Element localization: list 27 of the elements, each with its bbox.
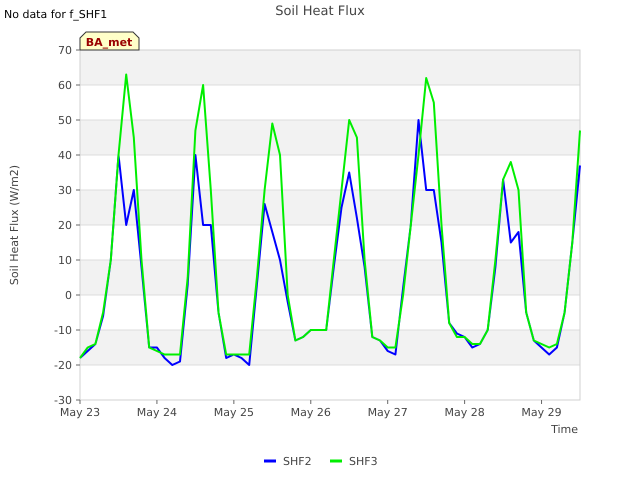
tick-label: -10 [54,324,72,337]
tick-label: 60 [58,79,72,92]
tick-label: May 27 [368,406,408,419]
tick-label: May 25 [214,406,254,419]
tick-label: May 26 [290,406,331,419]
legend-swatch [264,460,276,462]
chart-title: Soil Heat Flux [275,4,365,19]
tick-label: May 23 [60,406,100,419]
x-axis-label: Time [551,423,578,436]
legend-swatch [330,460,342,462]
no-data-note: No data for f_SHF1 [4,8,108,21]
tick-label: 30 [58,184,72,197]
tick-label: -30 [54,394,72,407]
tick-label: 70 [58,44,72,57]
tick-label: 10 [58,254,72,267]
badge: BA_met [80,32,140,50]
tick-label: 40 [58,149,72,162]
tick-label: 20 [58,219,72,232]
tick-label: May 28 [444,406,485,419]
legend-label: SHF3 [349,455,378,468]
tick-label: -20 [54,359,72,372]
legend-label: SHF2 [283,455,312,468]
y-axis-label: Soil Heat Flux (W/m2) [8,164,21,286]
tick-label: May 29 [521,406,562,419]
tick-label: 50 [58,114,72,127]
tick-label: 0 [65,289,72,302]
tick-label: May 24 [136,406,178,419]
